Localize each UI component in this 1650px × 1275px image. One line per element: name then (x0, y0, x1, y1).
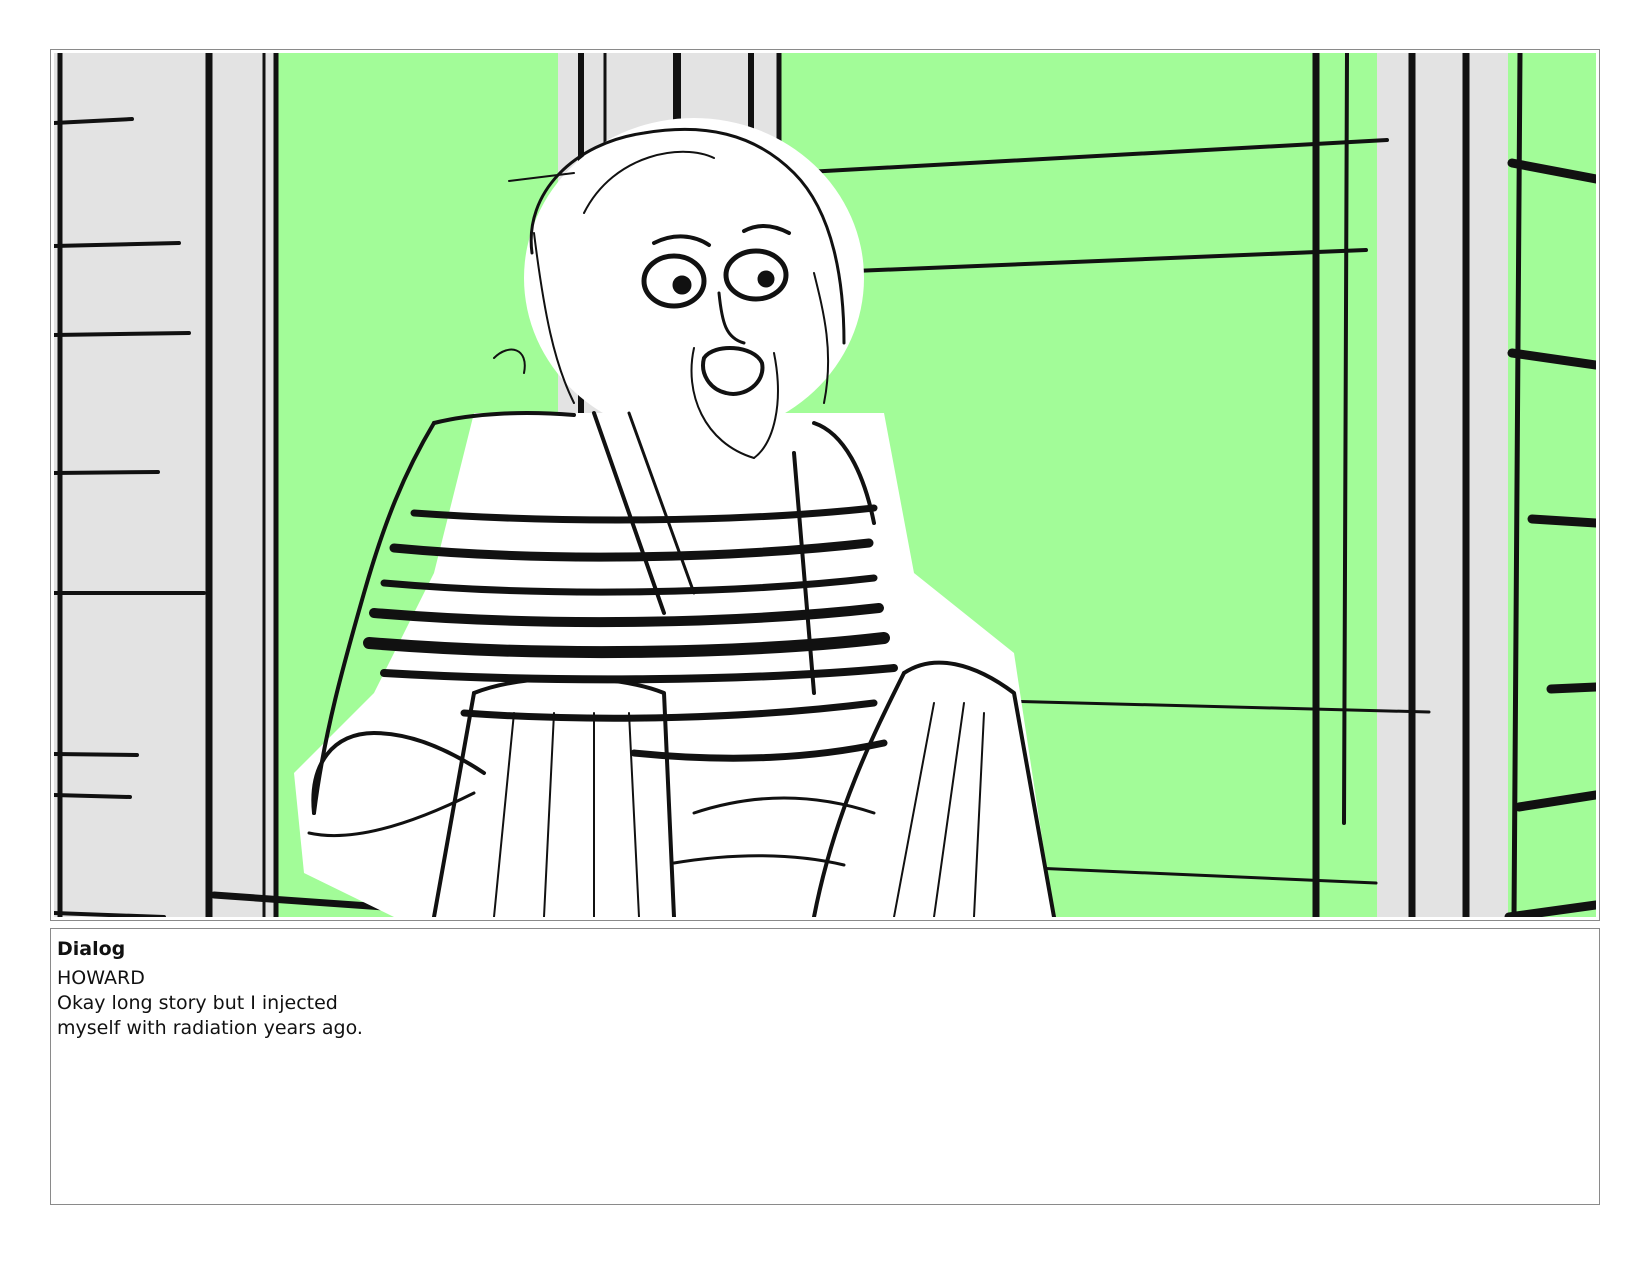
dialog-box: Dialog HOWARD Okay long story but I inje… (50, 928, 1600, 1205)
dialog-speaker: HOWARD (57, 967, 145, 989)
dialog-line-2: myself with radiation years ago. (57, 1017, 363, 1039)
storyboard-sketch-image (54, 53, 1596, 917)
dialog-heading: Dialog (57, 938, 126, 960)
storyboard-panel (50, 49, 1600, 921)
dialog-line-1: Okay long story but I injected (57, 992, 338, 1014)
